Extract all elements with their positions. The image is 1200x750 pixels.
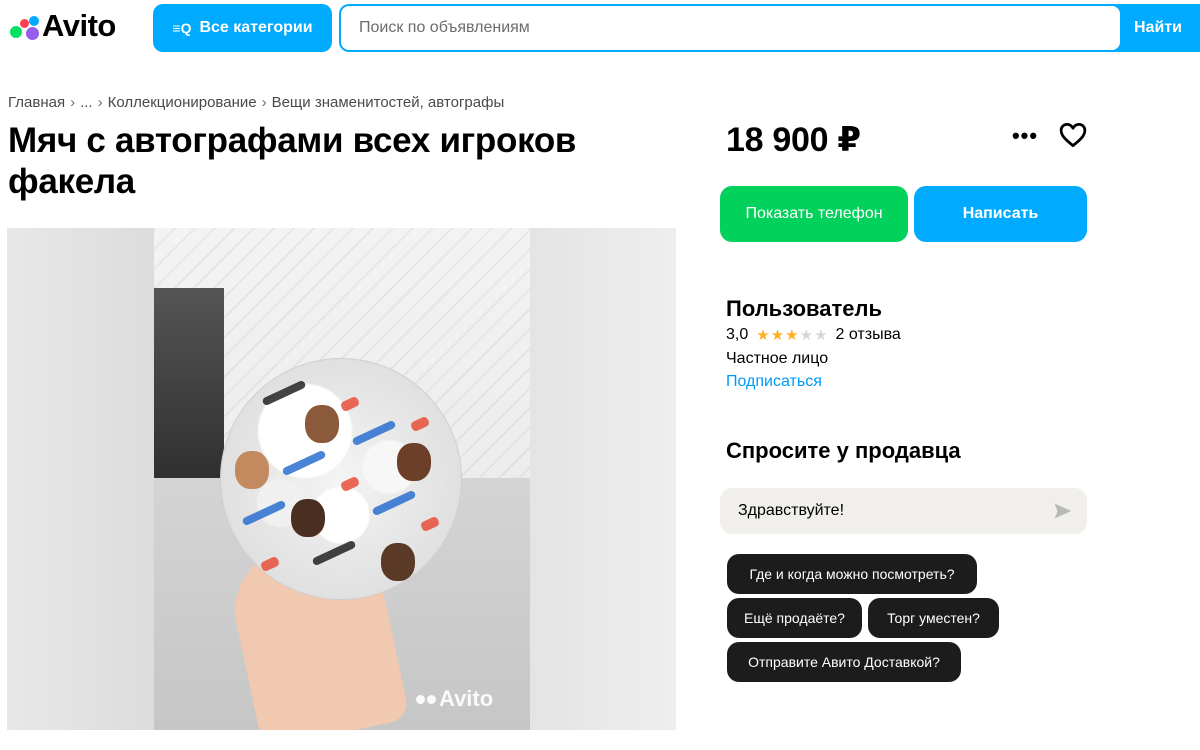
autographed-ball-image [220,358,462,600]
search-button[interactable]: Найти [1134,4,1182,52]
quick-question-chip[interactable]: Ещё продаёте? [727,598,862,638]
all-categories-button[interactable]: ≡Q Все категории [153,4,332,52]
watermark-dots-icon [416,694,436,704]
star-empty-icon: ★ [814,327,828,344]
photo-blur-left [7,228,154,730]
breadcrumb-item-home[interactable]: Главная [8,94,65,111]
breadcrumb-item-celebrity-items[interactable]: Вещи знаменитостей, автографы [272,94,505,111]
listing-title: Мяч с автографами всех игроков факела [8,121,577,201]
ask-seller-heading: Спросите у продавца [726,438,961,463]
avito-logo[interactable]: Avito [8,8,116,44]
avito-logo-icon [8,10,40,42]
favorite-heart-icon[interactable] [1058,120,1088,150]
breadcrumb-item-ellipsis[interactable]: ... [80,94,93,111]
show-phone-button[interactable]: Показать телефон [720,186,908,242]
star-filled-icon: ★ [756,327,770,344]
photo-dark-gap [154,288,224,508]
star-filled-icon: ★ [785,327,799,344]
quick-question-chip[interactable]: Торг уместен? [868,598,999,638]
more-options-icon[interactable]: ••• [1011,122,1039,150]
quick-question-chip[interactable]: Отправите Авито Доставкой? [727,642,961,682]
listing-photo[interactable]: Avito [154,228,530,730]
breadcrumb-item-collecting[interactable]: Коллекционирование [108,94,257,111]
listing-photo-gallery[interactable]: Avito [7,228,676,730]
breadcrumb: Главная › ... › Коллекционирование › Вещ… [8,94,504,111]
breadcrumb-separator: › [70,94,76,111]
all-categories-label: Все категории [199,19,313,36]
watermark-text: Avito [439,686,494,711]
quick-question-chip[interactable]: Где и когда можно посмотреть? [727,554,977,594]
rating-stars: ★ ★ ★ ★ ★ [756,326,827,344]
photo-watermark: Avito [416,686,493,712]
breadcrumb-separator: › [97,94,103,111]
categories-list-icon: ≡Q [172,20,192,36]
seller-rating[interactable]: 3,0 ★ ★ ★ ★ ★ 2 отзыва [726,326,901,344]
message-input[interactable] [720,488,1040,534]
send-icon[interactable] [1052,500,1074,522]
search-input[interactable] [341,6,1120,50]
rating-value: 3,0 [726,326,749,343]
reviews-count[interactable]: 2 отзыва [836,326,901,344]
star-filled-icon: ★ [770,327,785,344]
seller-type: Частное лицо [726,350,829,367]
star-empty-icon: ★ [799,327,814,344]
photo-blur-right [530,228,676,730]
breadcrumb-separator: › [261,94,267,111]
logo-text: Avito [42,8,116,43]
seller-name[interactable]: Пользователь [726,296,882,322]
message-box [720,488,1087,534]
listing-price: 18 900 ₽ [726,121,861,159]
search-bar: Найти [339,4,1200,52]
subscribe-link[interactable]: Подписаться [726,373,822,391]
write-message-button[interactable]: Написать [914,186,1087,242]
